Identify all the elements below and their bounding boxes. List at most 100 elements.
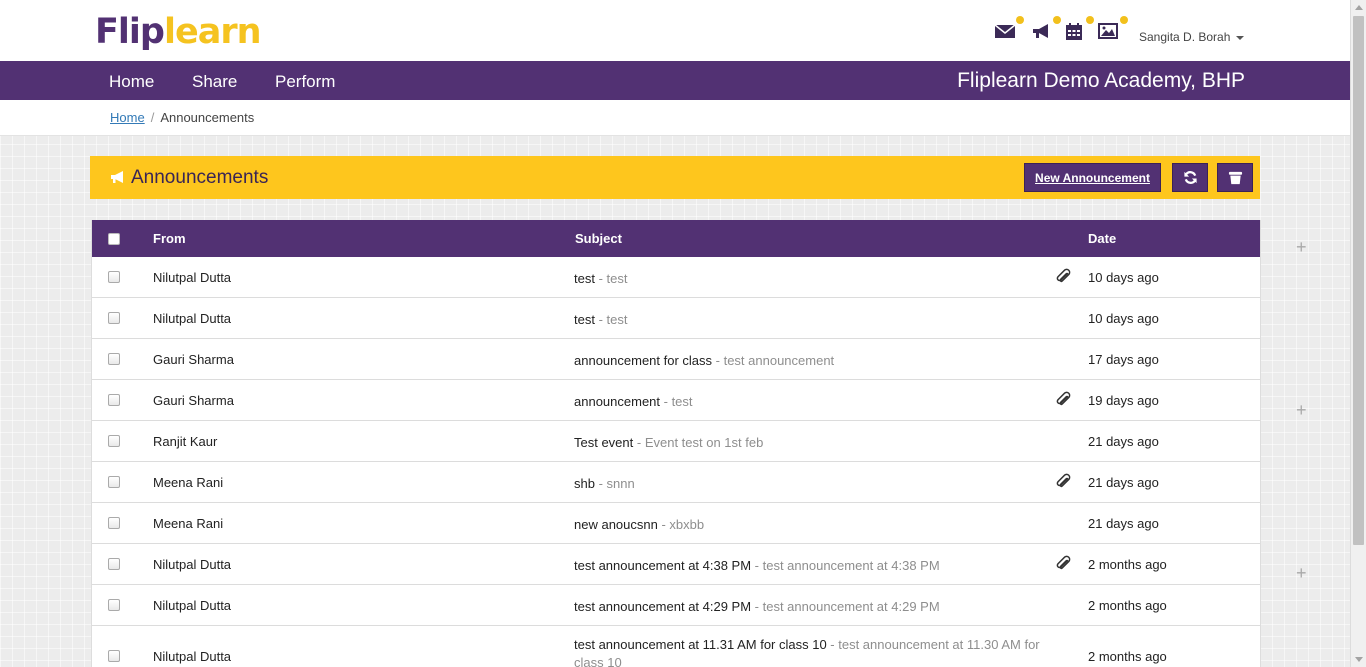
row-subject-title: announcement (574, 394, 661, 409)
row-checkbox[interactable] (108, 558, 120, 570)
main-navbar: Home Share Perform Fliplearn Demo Academ… (0, 61, 1350, 100)
megaphone-icon[interactable] (1031, 16, 1061, 44)
logo-text-part2: learn (163, 12, 262, 52)
table-row[interactable]: Meena Rani new anoucsnn - xbxbb 21 days ag… (92, 503, 1260, 544)
row-date: 19 days ago (1088, 393, 1159, 408)
row-subject-title: test (574, 312, 595, 327)
row-subject[interactable]: test announcement at 4:38 PM - test anno… (574, 557, 1044, 575)
row-subject-title: test announcement at 11.31 AM for class … (574, 637, 827, 652)
paperclip-icon[interactable] (1055, 473, 1075, 491)
column-header-date[interactable]: Date (1088, 231, 1116, 246)
row-subject[interactable]: announcement for class - test announceme… (574, 352, 1044, 370)
user-menu[interactable]: Sangita D. Borah (1139, 30, 1245, 44)
paperclip-icon[interactable] (1055, 391, 1075, 409)
row-subject-preview: - test announcement at 4:29 PM (751, 599, 940, 614)
row-checkbox[interactable] (108, 476, 120, 488)
row-subject-preview: - test (594, 312, 628, 327)
breadcrumb-bar: Home / Announcements (0, 100, 1350, 136)
row-subject-preview: - snnn (594, 476, 635, 491)
background-plus-mark: + (1296, 237, 1307, 257)
new-announcement-button[interactable]: New Announcement (1024, 163, 1161, 192)
table-row[interactable]: Gauri Sharma announcement for class - tes… (92, 339, 1260, 380)
row-checkbox[interactable] (108, 435, 120, 447)
row-subject-title: new anoucsnn (574, 517, 658, 532)
row-subject[interactable]: shb - snnn (574, 475, 1044, 493)
row-date: 2 months ago (1088, 557, 1167, 572)
notification-dot (1120, 16, 1128, 24)
table-row[interactable]: Nilutpal Dutta test - test 10 days ago (92, 298, 1260, 339)
row-subject-title: test (574, 271, 595, 286)
table-row[interactable]: Nilutpal Dutta test announcement at 11.31… (92, 626, 1260, 667)
table-row[interactable]: Meena Rani shb - snnn 21 days ago (92, 462, 1260, 503)
fliplearn-logo[interactable]: Fliplearn (95, 12, 261, 52)
paperclip-icon[interactable] (1055, 555, 1075, 573)
row-checkbox[interactable] (108, 650, 120, 662)
chevron-down-icon (1236, 35, 1245, 40)
row-from: Nilutpal Dutta (153, 270, 232, 285)
background-plus-mark: + (1296, 400, 1307, 420)
nav-item-perform[interactable]: Perform (275, 72, 335, 92)
notification-dot (1086, 16, 1094, 24)
row-subject[interactable]: test - test (574, 270, 1044, 288)
row-checkbox[interactable] (108, 312, 120, 324)
row-date: 10 days ago (1088, 311, 1159, 326)
row-date: 21 days ago (1088, 475, 1159, 490)
calendar-icon[interactable] (1064, 16, 1094, 44)
breadcrumb-home-link[interactable]: Home (110, 110, 145, 125)
row-subject-preview: - xbxbb (657, 517, 705, 532)
row-subject[interactable]: test announcement at 11.31 AM for class … (574, 636, 1044, 667)
row-checkbox[interactable] (108, 353, 120, 365)
table-row[interactable]: Nilutpal Dutta test announcement at 4:38 … (92, 544, 1260, 585)
row-checkbox[interactable] (108, 271, 120, 283)
table-header: From Subject Date (92, 220, 1260, 257)
row-date: 21 days ago (1088, 434, 1159, 449)
image-icon[interactable] (1098, 16, 1128, 44)
select-all-checkbox[interactable] (108, 233, 120, 245)
row-subject[interactable]: new anoucsnn - xbxbb (574, 516, 1044, 534)
row-subject[interactable]: test announcement at 4:29 PM - test anno… (574, 598, 1044, 616)
row-subject[interactable]: test - test (574, 311, 1044, 329)
nav-item-home[interactable]: Home (109, 72, 154, 92)
row-subject[interactable]: announcement - test (574, 393, 1044, 411)
announcements-table: From Subject Date Nilutpal Dutta test - t… (91, 220, 1261, 667)
row-subject-preview: - test (594, 271, 628, 286)
column-header-from[interactable]: From (153, 231, 186, 246)
row-date: 17 days ago (1088, 352, 1159, 367)
scroll-down-arrow[interactable] (1355, 657, 1363, 662)
refresh-button[interactable] (1172, 163, 1208, 192)
row-date: 10 days ago (1088, 270, 1159, 285)
page: Fliplearn Sangita D. Borah Home Share Pe… (0, 0, 1350, 667)
scroll-up-arrow[interactable] (1355, 5, 1363, 10)
row-subject-title: test announcement at 4:29 PM (574, 599, 752, 614)
scrollbar-thumb[interactable] (1353, 16, 1364, 545)
delete-button[interactable] (1217, 163, 1253, 192)
notification-dot (1016, 16, 1024, 24)
table-row[interactable]: Nilutpal Dutta test - test 10 days ago (92, 257, 1260, 298)
notification-dot (1053, 16, 1061, 24)
row-from: Gauri Sharma (153, 393, 234, 408)
table-row[interactable]: Nilutpal Dutta test announcement at 4:29 … (92, 585, 1260, 626)
page-scrollbar[interactable] (1350, 0, 1366, 667)
logo-text-part1: Flip (95, 12, 165, 52)
nav-item-share[interactable]: Share (192, 72, 237, 92)
row-subject-title: test announcement at 4:38 PM (574, 558, 752, 573)
row-from: Nilutpal Dutta (153, 557, 232, 572)
breadcrumb-separator: / (150, 110, 155, 125)
row-subject-preview: - test announcement (712, 353, 835, 368)
announcements-panel-header: Announcements New Announcement (90, 156, 1260, 199)
row-from: Meena Rani (153, 475, 224, 490)
row-subject-preview: - test (660, 394, 693, 409)
table-row[interactable]: Gauri Sharma announcement - test 19 days a… (92, 380, 1260, 421)
academy-name: Fliplearn Demo Academy, BHP (957, 69, 1245, 92)
column-header-subject[interactable]: Subject (575, 231, 622, 246)
paperclip-icon[interactable] (1055, 268, 1075, 286)
row-checkbox[interactable] (108, 599, 120, 611)
row-checkbox[interactable] (108, 394, 120, 406)
table-row[interactable]: Ranjit Kaur Test event - Event test on 1s… (92, 421, 1260, 462)
mail-icon[interactable] (994, 16, 1024, 44)
row-subject-title: Test event (574, 435, 634, 450)
row-subject[interactable]: Test event - Event test on 1st feb (574, 434, 1044, 452)
user-name: Sangita D. Borah (1139, 30, 1231, 44)
row-subject-preview: - test announcement at 4:38 PM (751, 558, 940, 573)
row-checkbox[interactable] (108, 517, 120, 529)
